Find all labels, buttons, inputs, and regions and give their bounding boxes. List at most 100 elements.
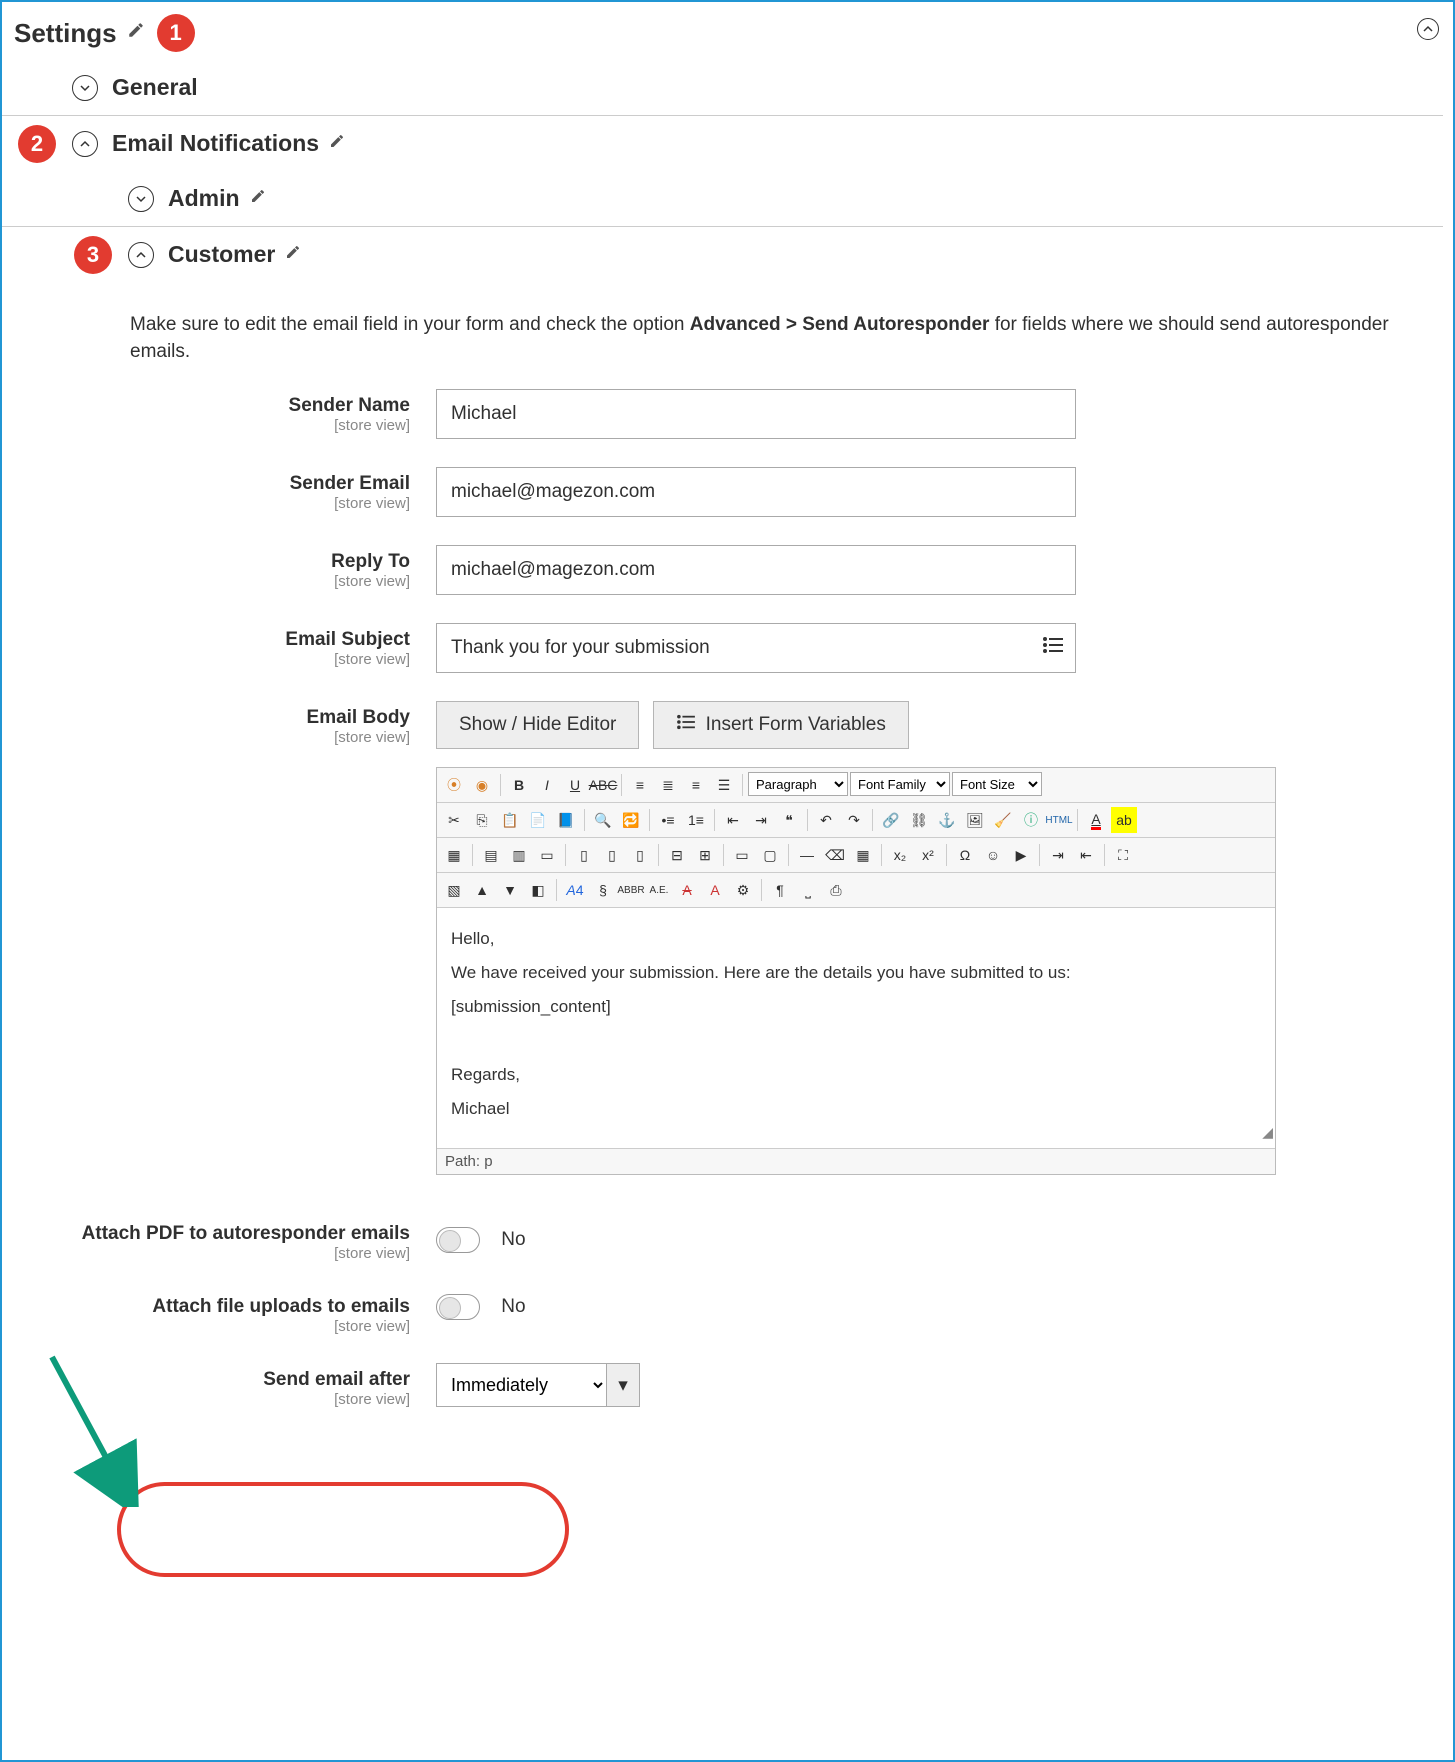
- italic-icon[interactable]: I: [534, 772, 560, 798]
- help-icon[interactable]: ⓘ: [1018, 807, 1044, 833]
- layer-forward-icon[interactable]: ▲: [469, 877, 495, 903]
- edit-section-icon[interactable]: [250, 188, 266, 210]
- section-customer[interactable]: 3 Customer: [2, 227, 1443, 282]
- subscript-icon[interactable]: x₂: [887, 842, 913, 868]
- sender-name-input[interactable]: [436, 389, 1076, 439]
- layer-icon[interactable]: ▧: [441, 877, 467, 903]
- superscript-icon[interactable]: x²: [915, 842, 941, 868]
- text-color-icon[interactable]: A: [1083, 807, 1109, 833]
- media-icon[interactable]: ▶: [1008, 842, 1034, 868]
- paragraph-select[interactable]: Paragraph: [748, 772, 848, 796]
- underline-icon[interactable]: U: [562, 772, 588, 798]
- row-props-icon[interactable]: ▭: [729, 842, 755, 868]
- template-icon[interactable]: ⎙: [823, 877, 849, 903]
- hr-icon[interactable]: —: [794, 842, 820, 868]
- anchor-icon[interactable]: ⚓: [934, 807, 960, 833]
- style-icon[interactable]: A4: [562, 877, 588, 903]
- edit-title-icon[interactable]: [127, 21, 145, 45]
- undo-icon[interactable]: ↶: [813, 807, 839, 833]
- col-after-icon[interactable]: ▯: [599, 842, 625, 868]
- chevron-down-icon[interactable]: ▾: [606, 1363, 640, 1407]
- remove-format-icon[interactable]: ⌫: [822, 842, 848, 868]
- del-icon[interactable]: A: [674, 877, 700, 903]
- visual-chars-icon[interactable]: ▦: [850, 842, 876, 868]
- insert-variables-button[interactable]: Insert Form Variables: [653, 701, 909, 749]
- paste-icon[interactable]: 📋: [497, 807, 523, 833]
- sender-email-input[interactable]: [436, 467, 1076, 517]
- ltr-icon[interactable]: ⇥: [1045, 842, 1071, 868]
- attach-files-value: No: [501, 1296, 525, 1318]
- acronym-icon[interactable]: A.E.: [646, 877, 672, 903]
- section-admin[interactable]: Admin: [2, 171, 1443, 227]
- layer-back-icon[interactable]: ▼: [497, 877, 523, 903]
- row-delete-icon[interactable]: ▭: [534, 842, 560, 868]
- attr-icon[interactable]: ⚙: [730, 877, 756, 903]
- wp-icon-2[interactable]: ◉: [469, 772, 495, 798]
- attach-files-toggle[interactable]: [436, 1294, 480, 1320]
- strikethrough-icon[interactable]: ABC: [590, 772, 616, 798]
- redo-icon[interactable]: ↷: [841, 807, 867, 833]
- bg-color-icon[interactable]: ab: [1111, 807, 1137, 833]
- chevron-down-icon[interactable]: [72, 75, 98, 101]
- split-icon[interactable]: ⊟: [664, 842, 690, 868]
- number-list-icon[interactable]: 1≡: [683, 807, 709, 833]
- indent-icon[interactable]: ⇥: [748, 807, 774, 833]
- variables-icon[interactable]: [1042, 636, 1064, 660]
- email-subject-input[interactable]: [436, 623, 1076, 673]
- chevron-up-icon[interactable]: [128, 242, 154, 268]
- clean-icon[interactable]: 🧹: [990, 807, 1016, 833]
- cite-icon[interactable]: §: [590, 877, 616, 903]
- font-size-select[interactable]: Font Size: [952, 772, 1042, 796]
- paste-word-icon[interactable]: 📘: [553, 807, 579, 833]
- show-hide-editor-button[interactable]: Show / Hide Editor: [436, 701, 639, 749]
- align-right-icon[interactable]: ≡: [683, 772, 709, 798]
- copy-icon[interactable]: ⎘: [469, 807, 495, 833]
- attach-pdf-toggle[interactable]: [436, 1227, 480, 1253]
- nbsp-icon[interactable]: ⎵: [795, 877, 821, 903]
- section-general[interactable]: General: [2, 60, 1443, 116]
- align-left-icon[interactable]: ≡: [627, 772, 653, 798]
- collapse-all-icon[interactable]: [1417, 18, 1439, 40]
- html-icon[interactable]: HTML: [1046, 807, 1072, 833]
- align-center-icon[interactable]: ≣: [655, 772, 681, 798]
- font-family-select[interactable]: Font Family: [850, 772, 950, 796]
- cut-icon[interactable]: ✂: [441, 807, 467, 833]
- cell-props-icon[interactable]: ▢: [757, 842, 783, 868]
- col-before-icon[interactable]: ▯: [571, 842, 597, 868]
- visualblocks-icon[interactable]: ¶: [767, 877, 793, 903]
- wp-icon[interactable]: ⦿: [441, 772, 467, 798]
- chevron-down-icon[interactable]: [128, 186, 154, 212]
- unlink-icon[interactable]: ⛓: [906, 807, 932, 833]
- layer-abs-icon[interactable]: ◧: [525, 877, 551, 903]
- edit-section-icon[interactable]: [285, 244, 301, 266]
- abbr-icon[interactable]: ABBR: [618, 877, 644, 903]
- emoticon-icon[interactable]: ☺: [980, 842, 1006, 868]
- attach-pdf-value: No: [501, 1229, 525, 1251]
- send-after-select[interactable]: Immediately: [436, 1363, 606, 1407]
- blockquote-icon[interactable]: ❝: [776, 807, 802, 833]
- rtl-icon[interactable]: ⇤: [1073, 842, 1099, 868]
- row-before-icon[interactable]: ▤: [478, 842, 504, 868]
- resize-handle-icon[interactable]: ◢: [1262, 1118, 1273, 1146]
- find-icon[interactable]: 🔍: [590, 807, 616, 833]
- bold-icon[interactable]: B: [506, 772, 532, 798]
- replace-icon[interactable]: 🔁: [618, 807, 644, 833]
- fullscreen-icon[interactable]: ⛶: [1110, 842, 1136, 868]
- chevron-up-icon[interactable]: [72, 131, 98, 157]
- image-icon[interactable]: 🖼: [962, 807, 988, 833]
- link-icon[interactable]: 🔗: [878, 807, 904, 833]
- align-justify-icon[interactable]: ☰: [711, 772, 737, 798]
- outdent-icon[interactable]: ⇤: [720, 807, 746, 833]
- paste-text-icon[interactable]: 📄: [525, 807, 551, 833]
- reply-to-input[interactable]: [436, 545, 1076, 595]
- editor-content[interactable]: Hello, We have received your submission.…: [437, 908, 1275, 1148]
- ins-icon[interactable]: A: [702, 877, 728, 903]
- edit-section-icon[interactable]: [329, 133, 345, 155]
- merge-icon[interactable]: ⊞: [692, 842, 718, 868]
- col-delete-icon[interactable]: ▯: [627, 842, 653, 868]
- char-icon[interactable]: Ω: [952, 842, 978, 868]
- bullet-list-icon[interactable]: •≡: [655, 807, 681, 833]
- table-icon[interactable]: ▦: [441, 842, 467, 868]
- row-after-icon[interactable]: ▥: [506, 842, 532, 868]
- section-email-notifications[interactable]: 2 Email Notifications: [2, 116, 1443, 171]
